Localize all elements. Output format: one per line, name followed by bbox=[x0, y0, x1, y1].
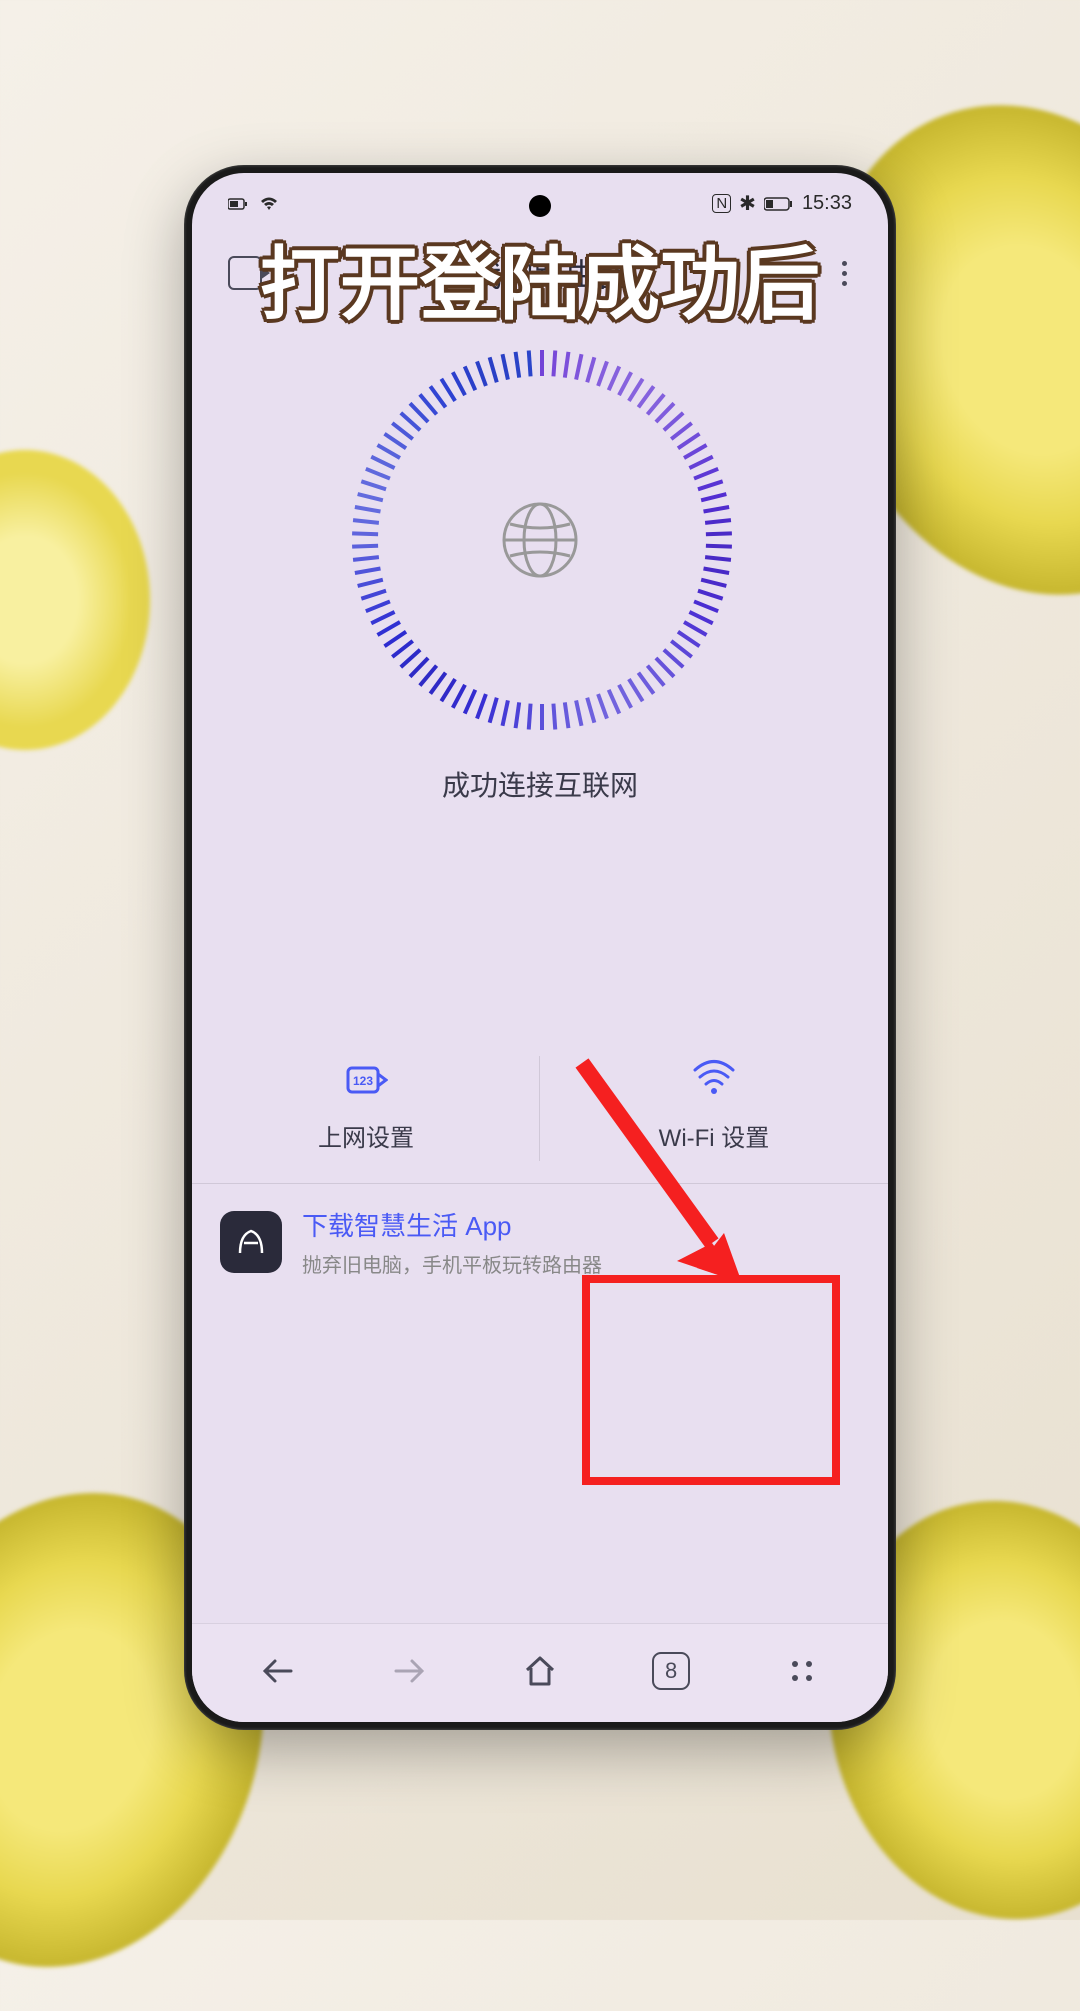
wifi-icon bbox=[258, 196, 280, 212]
logout-icon[interactable] bbox=[228, 256, 262, 290]
camera-hole bbox=[529, 195, 551, 217]
phone-frame: N ✱ 15:33 我的路由器 bbox=[184, 165, 896, 1730]
browser-back-button[interactable] bbox=[255, 1648, 301, 1694]
action-buttons-row: 123 上网设置 Wi-Fi 设置 bbox=[192, 1034, 888, 1184]
app-icon bbox=[220, 1211, 282, 1273]
battery-icon bbox=[764, 196, 794, 212]
browser-home-button[interactable] bbox=[517, 1648, 563, 1694]
browser-forward-button[interactable] bbox=[386, 1648, 432, 1694]
background-flower bbox=[0, 450, 150, 750]
internet-settings-button[interactable]: 123 上网设置 bbox=[192, 1034, 540, 1183]
tutorial-caption: 打开登陆成功后 bbox=[260, 220, 820, 336]
browser-tabs-button[interactable]: 8 bbox=[648, 1648, 694, 1694]
battery-indicator-icon bbox=[228, 197, 248, 211]
browser-navigation-bar: 8 bbox=[192, 1623, 888, 1722]
nfc-icon: N bbox=[712, 194, 731, 213]
connection-status-text: 成功连接互联网 bbox=[192, 764, 888, 804]
connection-dial bbox=[192, 350, 888, 730]
bluetooth-icon: ✱ bbox=[739, 191, 756, 216]
internet-settings-icon: 123 bbox=[344, 1058, 388, 1102]
svg-text:123: 123 bbox=[353, 1074, 373, 1088]
tutorial-arrow bbox=[552, 1043, 772, 1308]
tutorial-highlight-box bbox=[582, 1275, 840, 1485]
more-options-icon[interactable] bbox=[837, 256, 852, 291]
tab-count: 8 bbox=[652, 1652, 690, 1690]
browser-menu-button[interactable] bbox=[779, 1648, 825, 1694]
status-time: 15:33 bbox=[802, 192, 852, 215]
phone-screen: N ✱ 15:33 我的路由器 bbox=[192, 173, 888, 1722]
internet-settings-label: 上网设置 bbox=[318, 1118, 414, 1153]
